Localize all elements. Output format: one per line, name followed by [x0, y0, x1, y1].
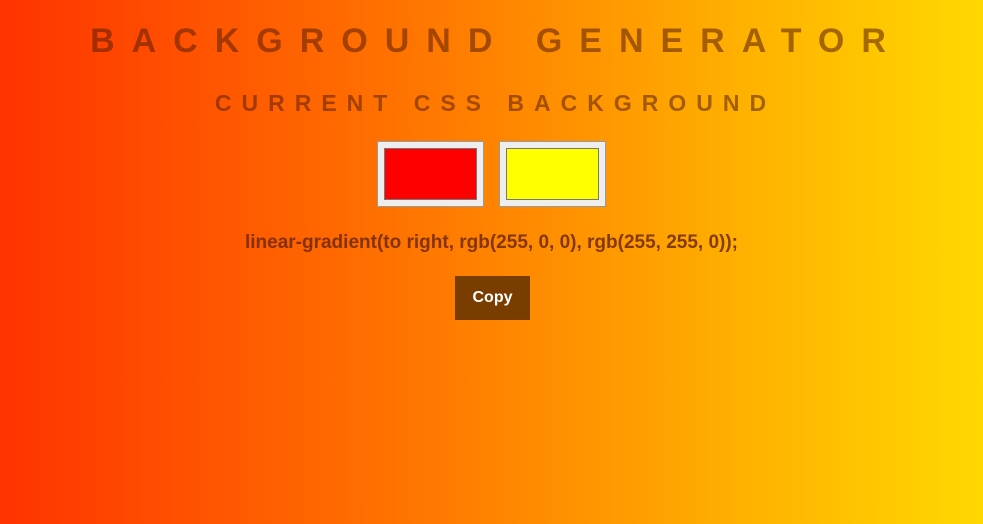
page-subtitle: CURRENT CSS BACKGROUND — [214, 90, 777, 116]
page-title: BACKGROUND GENERATOR — [90, 22, 903, 60]
color-picker-1[interactable] — [377, 141, 484, 207]
color-picker-2[interactable] — [499, 141, 606, 207]
color-swatch-2 — [506, 148, 599, 200]
color-swatch-1 — [384, 148, 477, 200]
css-output: linear-gradient(to right, rgb(255, 0, 0)… — [244, 232, 739, 253]
copy-button[interactable]: Copy — [455, 276, 530, 320]
color-pickers — [377, 141, 606, 207]
